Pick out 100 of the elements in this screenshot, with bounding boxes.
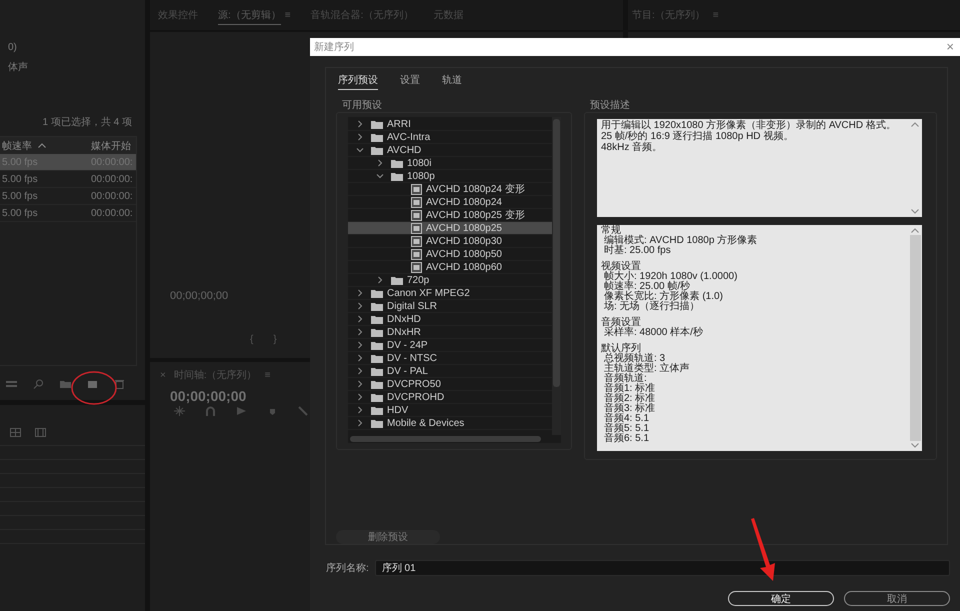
preset-label: DV - PAL [387, 366, 428, 376]
chevron-right-icon[interactable] [356, 289, 364, 297]
new-item-icon[interactable] [87, 379, 98, 389]
chevron-right-icon[interactable] [356, 354, 364, 362]
marker-icon[interactable] [267, 406, 278, 416]
tree-row[interactable]: 720p [348, 274, 552, 287]
chevron-right-icon[interactable] [356, 380, 364, 388]
tree-row[interactable]: Digital SLR [348, 300, 552, 313]
snap-icon[interactable] [174, 406, 185, 416]
clip-info-text: 0) [7, 41, 17, 55]
dialog-tab[interactable]: 设置 [400, 73, 420, 90]
chevron-right-icon[interactable] [356, 367, 364, 375]
cancel-button[interactable]: 取消 [844, 591, 950, 606]
table-row[interactable]: 5.00 fps 00:00:00: [0, 188, 136, 205]
detail-line: 像素长宽比: 方形像素 (1.0) [603, 292, 723, 302]
timecode: 00;00;00;00 [170, 388, 246, 404]
table-row[interactable]: 5.00 fps 00:00:00: [0, 205, 136, 222]
tree-row[interactable]: AVCHD [348, 144, 552, 157]
scrollbar-thumb[interactable] [350, 436, 541, 442]
tree-row[interactable]: DNxHD [348, 313, 552, 326]
folder-icon [371, 314, 383, 324]
chevron-right-icon[interactable] [356, 393, 364, 401]
dialog-title: 新建序列 [314, 40, 354, 54]
preset-label: DV - NTSC [387, 352, 437, 364]
tree-row[interactable]: AVCHD 1080p25 [348, 222, 552, 235]
chevron-right-icon[interactable] [356, 341, 364, 349]
tree-row[interactable]: DV - PAL [348, 365, 552, 378]
chevron-right-icon[interactable] [376, 159, 384, 167]
chevron-right-icon[interactable] [356, 133, 364, 141]
chevron-right-icon[interactable] [356, 315, 364, 323]
preset-file-icon [411, 248, 422, 260]
preset-label: AVCHD 1080p24 变形 [426, 182, 525, 196]
trash-icon[interactable] [114, 379, 125, 389]
tree-row[interactable]: ARRI [348, 118, 552, 131]
ok-button[interactable]: 确定 [728, 591, 834, 606]
close-button[interactable]: × [946, 40, 954, 54]
search-icon[interactable] [33, 379, 44, 389]
list-view-icon[interactable] [6, 379, 17, 389]
preset-file-icon [411, 184, 422, 194]
tree-row[interactable]: DVCPROHD [348, 391, 552, 404]
marker-flag-icon[interactable] [236, 406, 247, 416]
preset-label: 1080p [407, 170, 435, 182]
selection-count: 1 项已选择，共 4 项 [42, 116, 132, 129]
scroll-down-icon[interactable] [911, 443, 919, 448]
tree-row[interactable]: 1080i [348, 157, 552, 170]
tree-row[interactable]: 1080p [348, 170, 552, 183]
grid-icon[interactable] [10, 427, 21, 437]
scroll-up-icon[interactable] [911, 122, 919, 127]
tree-row[interactable]: Mobile & Devices [348, 417, 552, 430]
scrollbar-thumb[interactable] [910, 235, 920, 441]
tree-row[interactable]: AVCHD 1080p24 [348, 196, 552, 209]
dialog-tab[interactable]: 序列预设 [338, 73, 378, 90]
description-text: 用于编辑以 1920x1080 方形像素（非变形）录制的 AVCHD 格式。 [601, 120, 896, 131]
tree-row[interactable]: AVCHD 1080p50 [348, 248, 552, 261]
section-heading: 视频设置 [601, 262, 641, 272]
tree-row[interactable]: AVC-Intra [348, 131, 552, 144]
preset-label: Mobile & Devices [387, 418, 464, 428]
film-icon[interactable] [35, 427, 46, 437]
tree-row[interactable]: DNxHR [348, 326, 552, 339]
preset-label: AVCHD 1080p25 变形 [426, 208, 525, 222]
tree-row[interactable]: HDV [348, 404, 552, 417]
sequence-name-field[interactable]: 序列 01 [374, 560, 950, 576]
chevron-right-icon[interactable] [356, 406, 364, 414]
dialog-tab[interactable]: 轨道 [442, 73, 462, 90]
tree-row[interactable]: AVCHD 1080p24 变形 [348, 183, 552, 196]
table-cell-text: 5.00 fps [1, 208, 39, 218]
folder-icon [371, 406, 383, 414]
preset-label: AVCHD 1080p24 [426, 196, 502, 208]
tree-row[interactable]: DVCPRO50 [348, 378, 552, 391]
sort-caret-icon[interactable] [38, 143, 46, 148]
preset-label: AVCHD 1080p60 [426, 262, 502, 272]
detail-line: 音频2: 标准 [603, 394, 656, 404]
folder-icon[interactable] [60, 379, 71, 389]
table-cell: 00:00:00: [91, 174, 133, 184]
section-heading: 音频设置 [601, 318, 641, 328]
preset-file-icon [411, 210, 422, 220]
magnet-icon[interactable] [205, 406, 216, 416]
scrollbar-thumb[interactable] [553, 119, 560, 387]
folder-icon [391, 276, 403, 284]
chevron-down-icon[interactable] [376, 172, 384, 180]
detail-line: 音频4: 5.1 [603, 414, 650, 424]
chevron-right-icon[interactable] [356, 302, 364, 310]
column-header[interactable]: 帧速率 [2, 138, 32, 152]
tree-row[interactable]: AVCHD 1080p30 [348, 235, 552, 248]
scroll-up-icon[interactable] [911, 228, 919, 233]
table-row[interactable]: 5.00 fps 00:00:00: [0, 171, 136, 188]
column-header[interactable]: 媒体开始 [91, 138, 131, 152]
annotation-arrow [751, 518, 775, 581]
chevron-right-icon[interactable] [376, 276, 384, 284]
chevron-right-icon[interactable] [356, 419, 364, 427]
chevron-right-icon[interactable] [356, 120, 364, 128]
scroll-down-icon[interactable] [911, 209, 919, 214]
detail-line: 音频3: 标准 [603, 404, 656, 414]
chevron-down-icon[interactable] [356, 146, 364, 154]
chevron-right-icon[interactable] [356, 328, 364, 336]
folder-icon [371, 302, 383, 310]
tree-row[interactable]: AVCHD 1080p60 [348, 261, 552, 274]
tree-row[interactable]: Canon XF MPEG2 [348, 287, 552, 300]
tree-row[interactable]: DV - 24P [348, 339, 552, 352]
tree-row[interactable]: DV - NTSC [348, 352, 552, 365]
